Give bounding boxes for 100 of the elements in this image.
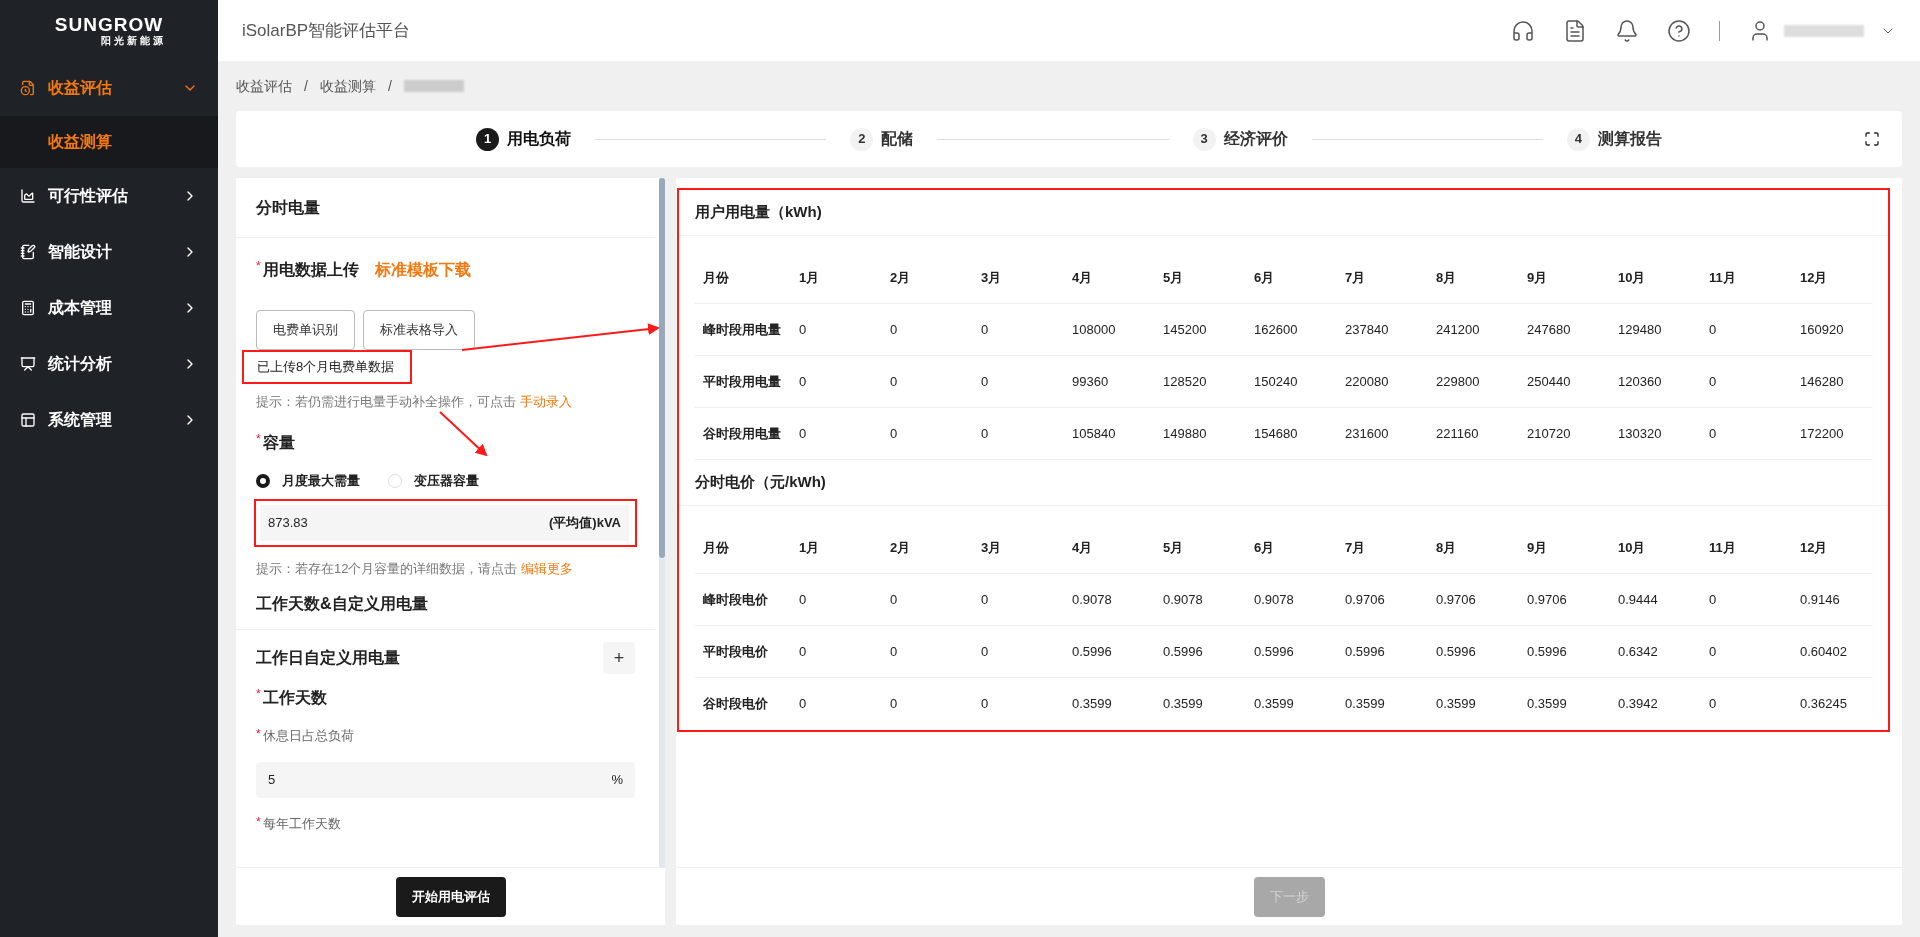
blurred-breadcrumb [403,80,464,92]
column-header: 4月 [1072,268,1094,287]
table-cell-text: 0 [1709,695,1718,714]
step[interactable]: 3 经济评价 [1192,127,1288,151]
help-icon[interactable] [1667,18,1691,43]
table-cell-text: 0 [1709,642,1718,661]
table-cell-text: 220080 [1345,372,1390,391]
column-header: 11月 [1709,538,1737,557]
breadcrumb-link[interactable]: 收益评估 [236,75,292,97]
logo-text: SUNGROW [54,14,164,34]
upload-button[interactable]: 标准表格导入 [363,310,475,350]
required-mark: * [256,726,261,742]
app-title: iSolarBP智能评估平台 [242,19,412,42]
column-header: 2月 [890,538,912,557]
upload-button[interactable]: 电费单识别 [256,310,355,350]
notebook-icon [20,244,36,260]
sidebar-item[interactable]: 统计分析 [0,336,218,392]
column-header: 4月 [1072,538,1094,557]
table-cell-text: 0 [799,372,808,391]
chart-icon [20,188,36,204]
column-header: 8月 [1436,538,1458,557]
sidebar-item[interactable]: 智能设计 [0,224,218,280]
column-header: 8月 [1436,268,1458,287]
table-cell-text: 0 [799,320,808,339]
panel-icon [20,412,36,428]
notification-icon[interactable] [1615,18,1639,43]
step[interactable]: 2 配储 [850,127,914,151]
input-field[interactable]: 5 % [256,761,635,798]
table-cell-text: 0.3599 [1436,695,1477,714]
document-icon[interactable] [1563,18,1587,43]
table-cell-text: 221160 [1436,424,1480,443]
sidebar-item[interactable]: 成本管理 [0,280,218,336]
breadcrumb-link[interactable]: 收益测算 [319,75,376,97]
table-cell-text: 0 [1709,372,1718,391]
row-label: 峰时段电价 [702,590,769,609]
column-header: 11月 [1709,268,1737,287]
table-cell-text: 0.3942 [1618,695,1659,714]
column-header: 5月 [1163,268,1185,287]
table-title: 用户用电量（kWh) [679,190,1888,236]
table-cell-text: 0.5996 [1163,642,1204,661]
column-header: 10月 [1618,268,1647,287]
breadcrumb-separator: / [304,76,308,96]
table-cell-text: 0 [981,642,990,661]
required-mark: * [256,813,261,830]
column-header: 月份 [702,268,730,287]
table-cell-text: 154680 [1254,424,1299,443]
column-header: 9月 [1527,268,1549,287]
table-cell-text: 0 [981,424,990,443]
table-cell-text: 0 [981,320,990,339]
annotation-arrow [439,411,488,457]
table-cell-text: 0 [799,424,808,443]
table-cell-text: 250440 [1527,372,1572,391]
fullscreen-icon[interactable] [1864,131,1880,147]
table-cell-text: 0.5996 [1527,642,1568,661]
column-header: 3月 [981,538,1003,557]
start-evaluation-button[interactable]: 开始用电评估 [395,876,506,917]
radio-option[interactable]: 变压器容量 [388,471,479,491]
sidebar-item[interactable]: 系统管理 [0,392,218,448]
scrollbar-thumb[interactable] [659,178,665,558]
column-header: 3月 [981,268,1003,287]
sidebar-item[interactable]: 可行性评估 [0,168,218,224]
column-header: 7月 [1345,538,1367,557]
sidebar-subitem[interactable]: 收益测算 [0,116,218,168]
table-cell-text: 0.9706 [1436,590,1477,609]
column-header: 12月 [1800,268,1829,287]
table-cell-text: 129480 [1618,320,1663,339]
headset-icon[interactable] [1511,18,1535,43]
table-cell-text: 0.5996 [1072,642,1113,661]
column-header: 5月 [1163,538,1185,557]
radio-option[interactable]: 月度最大需量 [256,471,360,491]
table-cell-text: 99360 [1072,372,1110,391]
step[interactable]: 4 测算报告 [1567,127,1662,151]
table-cell-text: 0 [890,372,899,391]
row-label: 谷时段电价 [702,695,769,714]
table-cell-text: 0 [799,695,808,714]
document-clock-icon [20,80,36,96]
table-cell-text: 0.3599 [1254,695,1295,714]
table-cell-text: 0 [981,590,990,609]
table-cell-text: 108000 [1072,320,1117,339]
sidebar-item[interactable]: 收益评估 [0,60,218,116]
table-cell-text: 0 [890,695,899,714]
section-title: 分时电量 [236,178,655,238]
table-cell-text: 0.5996 [1436,642,1477,661]
step[interactable]: 1 用电负荷 [476,127,571,151]
column-header: 6月 [1254,268,1276,287]
column-header: 10月 [1618,538,1647,557]
required-mark: * [256,431,261,447]
column-header: 月份 [702,538,730,557]
add-button[interactable]: + [603,642,635,674]
table-cell-text: 0.6342 [1618,642,1659,661]
capacity-field[interactable]: 873.83 (平均值)kVA [254,498,637,547]
table-cell-text: 247680 [1527,320,1572,339]
column-header: 6月 [1254,538,1276,557]
table-cell-text: 0 [890,642,899,661]
table-cell-text: 128520 [1163,372,1208,391]
table-cell-text: 0.9078 [1163,590,1204,609]
table-cell-text: 149880 [1163,424,1208,443]
column-header: 12月 [1800,538,1829,557]
field-label: 工作天数 [262,688,327,708]
required-mark: * [256,686,261,702]
